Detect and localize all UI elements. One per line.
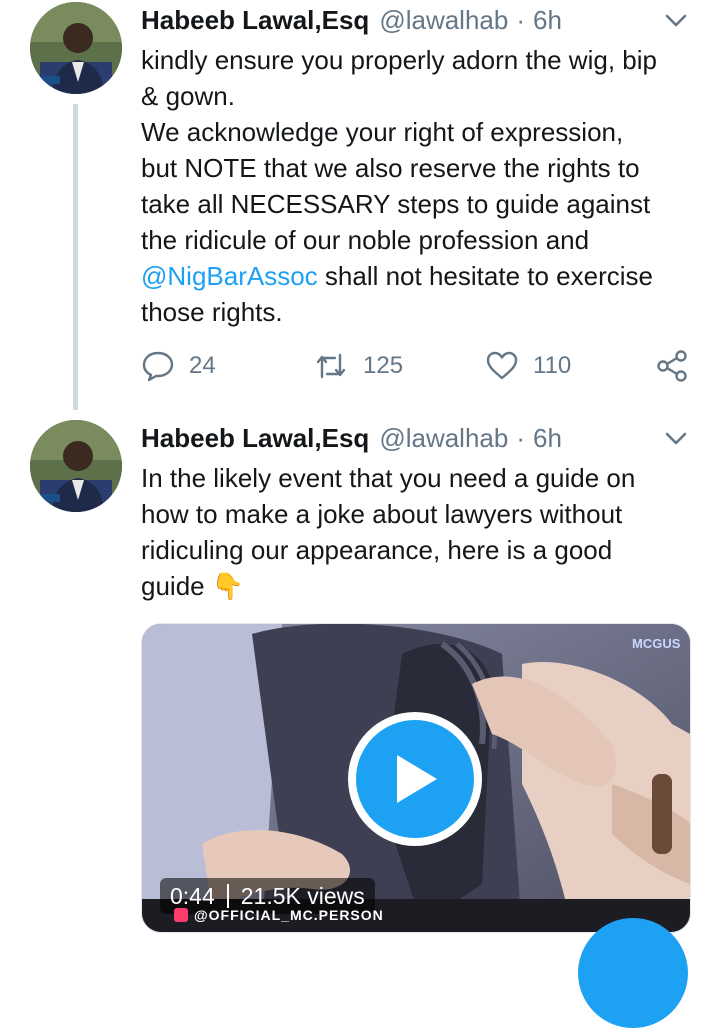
author-name[interactable]: Habeeb Lawal,Esq xyxy=(141,5,369,36)
retweet-icon xyxy=(316,353,346,379)
avatar[interactable] xyxy=(30,2,122,94)
timestamp[interactable]: 6h xyxy=(533,423,562,454)
author-name[interactable]: Habeeb Lawal,Esq xyxy=(141,423,369,454)
tweet-text-part: kindly ensure you properly adorn the wig… xyxy=(141,45,657,255)
watermark-text: @OFFICIAL_MC.PERSON xyxy=(194,907,384,923)
tweet-text: In the likely event that you need a guid… xyxy=(141,460,706,604)
reply-count: 24 xyxy=(189,352,216,379)
heart-icon xyxy=(486,351,518,380)
video-watermark: @OFFICIAL_MC.PERSON xyxy=(174,907,384,923)
avatar[interactable] xyxy=(30,420,122,512)
video-brand-mark: MCGUS xyxy=(632,636,681,651)
chevron-down-icon[interactable] xyxy=(662,6,690,34)
video-info-divider xyxy=(226,884,229,908)
tweet-text: kindly ensure you properly adorn the wig… xyxy=(141,42,706,330)
play-button-inner xyxy=(356,720,474,838)
like-count: 110 xyxy=(533,352,572,379)
tweet-header: Habeeb Lawal,Esq @lawalhab · 6h xyxy=(141,2,562,38)
tweet-header: Habeeb Lawal,Esq @lawalhab · 6h xyxy=(141,420,562,456)
share-icon xyxy=(657,350,687,382)
pointing-down-emoji: 👇 xyxy=(211,571,245,601)
instagram-icon xyxy=(174,908,188,922)
tweet-actions: 24 125 110 xyxy=(141,345,701,387)
video-views: 21.5K views xyxy=(240,882,365,909)
separator: · xyxy=(516,422,526,453)
tweet-1[interactable]: Habeeb Lawal,Esq @lawalhab · 6h kindly e… xyxy=(0,0,720,410)
thread-line xyxy=(73,104,78,410)
play-button[interactable] xyxy=(348,712,482,846)
timestamp[interactable]: 6h xyxy=(533,5,562,36)
retweet-button[interactable]: 125 xyxy=(313,345,403,387)
like-button[interactable]: 110 xyxy=(485,345,571,387)
chevron-down-icon[interactable] xyxy=(662,424,690,452)
mention-link[interactable]: @NigBarAssoc xyxy=(141,261,318,291)
share-button[interactable] xyxy=(655,345,689,387)
retweet-count: 125 xyxy=(363,352,404,379)
video-duration: 0:44 xyxy=(170,882,215,909)
video-player[interactable]: MCGUS 0:44 21.5K views @OFFICIAL_MC.PERS… xyxy=(141,623,691,933)
reply-icon xyxy=(142,351,174,382)
author-handle[interactable]: @lawalhab xyxy=(379,423,508,454)
author-handle[interactable]: @lawalhab xyxy=(379,5,508,36)
reply-button[interactable]: 24 xyxy=(141,345,216,387)
compose-fab[interactable] xyxy=(578,918,688,1028)
separator: · xyxy=(516,4,526,35)
play-icon xyxy=(397,755,437,803)
